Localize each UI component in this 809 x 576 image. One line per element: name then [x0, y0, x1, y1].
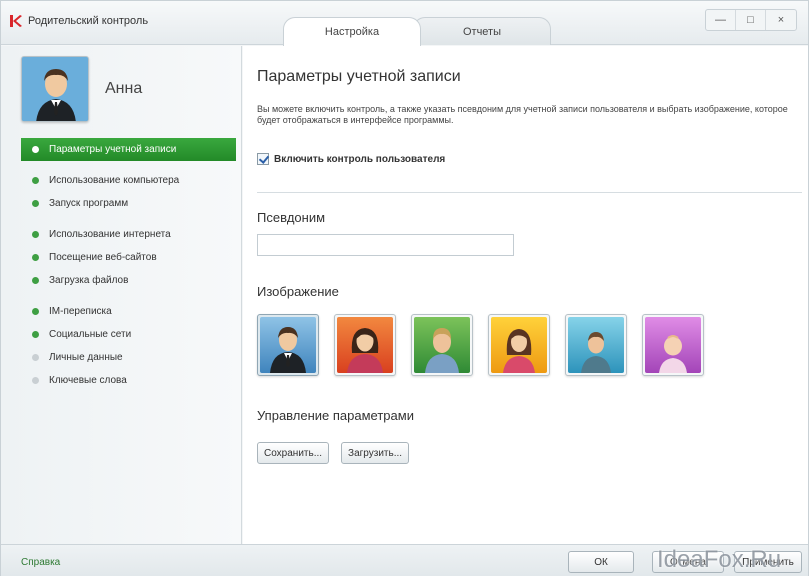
child-avatar-icon: [568, 317, 624, 373]
ok-button[interactable]: ОК: [568, 551, 634, 573]
page-description: Вы можете включить контроль, а также ука…: [257, 104, 788, 125]
image-option-baby[interactable]: [642, 314, 704, 376]
status-dot-icon: [32, 177, 39, 184]
user-card: Анна: [21, 56, 142, 122]
sidebar-item-label: Использование компьютера: [49, 175, 180, 186]
status-dot-icon: [32, 308, 39, 315]
manage-settings-buttons: Сохранить... Загрузить...: [257, 442, 421, 464]
sidebar-item-file-downloads[interactable]: Загрузка файлов: [21, 269, 236, 292]
sidebar-item-label: Посещение веб-сайтов: [49, 252, 157, 263]
save-settings-button[interactable]: Сохранить...: [257, 442, 330, 464]
sidebar-item-label: IM-переписка: [49, 306, 112, 317]
close-icon: ×: [777, 14, 785, 26]
sidebar-item-personal-data[interactable]: Личные данные: [21, 346, 236, 369]
alias-input[interactable]: [257, 234, 514, 256]
sidebar-item-keywords[interactable]: Ключевые слова: [21, 369, 236, 392]
image-label: Изображение: [257, 284, 339, 299]
status-dot-icon: [32, 231, 39, 238]
main-panel: Параметры учетной записи Вы можете включ…: [243, 46, 808, 544]
enable-control-checkbox[interactable]: [257, 153, 269, 165]
alias-label: Псевдоним: [257, 210, 326, 225]
parental-control-window: Родительский контроль Настройка Отчеты —…: [0, 0, 809, 576]
user-name: Анна: [105, 80, 143, 97]
status-dot-icon: [32, 200, 39, 207]
close-button[interactable]: ×: [766, 10, 796, 30]
kaspersky-logo-icon: [9, 14, 23, 28]
image-option-girl[interactable]: [488, 314, 550, 376]
window-controls: — □ ×: [705, 9, 797, 31]
sidebar-item-account-settings[interactable]: Параметры учетной записи: [21, 138, 236, 161]
status-dot-icon: [32, 277, 39, 284]
status-dot-icon: [32, 254, 39, 261]
sidebar-item-computer-usage[interactable]: Использование компьютера: [21, 169, 236, 192]
status-dot-icon: [32, 354, 39, 361]
status-dot-icon: [32, 331, 39, 338]
image-option-child[interactable]: [565, 314, 627, 376]
cancel-button[interactable]: Отмена: [652, 551, 724, 573]
sidebar-nav: Параметры учетной записи Использование к…: [21, 138, 236, 392]
woman-avatar-icon: [337, 317, 393, 373]
sidebar-item-label: Ключевые слова: [49, 375, 127, 386]
sidebar-item-im-messaging[interactable]: IM-переписка: [21, 300, 236, 323]
businessman-avatar-icon: [260, 317, 316, 373]
image-picker: [257, 314, 719, 376]
sidebar-item-program-launch[interactable]: Запуск программ: [21, 192, 236, 215]
bottom-bar: Справка ОК Отмена Применить: [1, 544, 808, 576]
sidebar-item-label: Использование интернета: [49, 229, 171, 240]
image-option-businessman[interactable]: [257, 314, 319, 376]
image-option-boy[interactable]: [411, 314, 473, 376]
maximize-button[interactable]: □: [736, 10, 766, 30]
main-tabs: Настройка Отчеты: [283, 17, 551, 46]
title-bar: Родительский контроль Настройка Отчеты —…: [1, 1, 808, 46]
boy-avatar-icon: [414, 317, 470, 373]
apply-button[interactable]: Применить: [734, 551, 802, 573]
businessman-avatar-icon: [22, 57, 88, 121]
tab-settings[interactable]: Настройка: [283, 17, 421, 46]
image-option-woman[interactable]: [334, 314, 396, 376]
sidebar-item-social-networks[interactable]: Социальные сети: [21, 323, 236, 346]
status-dot-icon: [32, 146, 39, 153]
sidebar-item-label: Запуск программ: [49, 198, 129, 209]
divider: [257, 192, 802, 193]
app-title-text: Родительский контроль: [28, 15, 149, 27]
maximize-icon: □: [747, 14, 754, 26]
enable-control-row[interactable]: Включить контроль пользователя: [257, 153, 445, 165]
sidebar-item-label: Загрузка файлов: [49, 275, 129, 286]
sidebar-item-label: Параметры учетной записи: [49, 144, 177, 155]
app-title: Родительский контроль: [9, 14, 148, 28]
minimize-button[interactable]: —: [706, 10, 736, 30]
page-title: Параметры учетной записи: [257, 68, 461, 85]
status-dot-icon: [32, 377, 39, 384]
girl-avatar-icon: [491, 317, 547, 373]
minimize-icon: —: [715, 14, 726, 26]
avatar[interactable]: [21, 56, 89, 122]
baby-avatar-icon: [645, 317, 701, 373]
sidebar: Анна Параметры учетной записи Использова…: [1, 46, 242, 544]
sidebar-item-label: Личные данные: [49, 352, 123, 363]
load-settings-button[interactable]: Загрузить...: [341, 442, 410, 464]
help-link[interactable]: Справка: [21, 557, 60, 568]
sidebar-item-internet-usage[interactable]: Использование интернета: [21, 223, 236, 246]
enable-control-label: Включить контроль пользователя: [274, 153, 446, 165]
sidebar-item-website-visits[interactable]: Посещение веб-сайтов: [21, 246, 236, 269]
sidebar-item-label: Социальные сети: [49, 329, 132, 340]
manage-settings-label: Управление параметрами: [257, 408, 414, 423]
tab-reports[interactable]: Отчеты: [413, 17, 551, 45]
